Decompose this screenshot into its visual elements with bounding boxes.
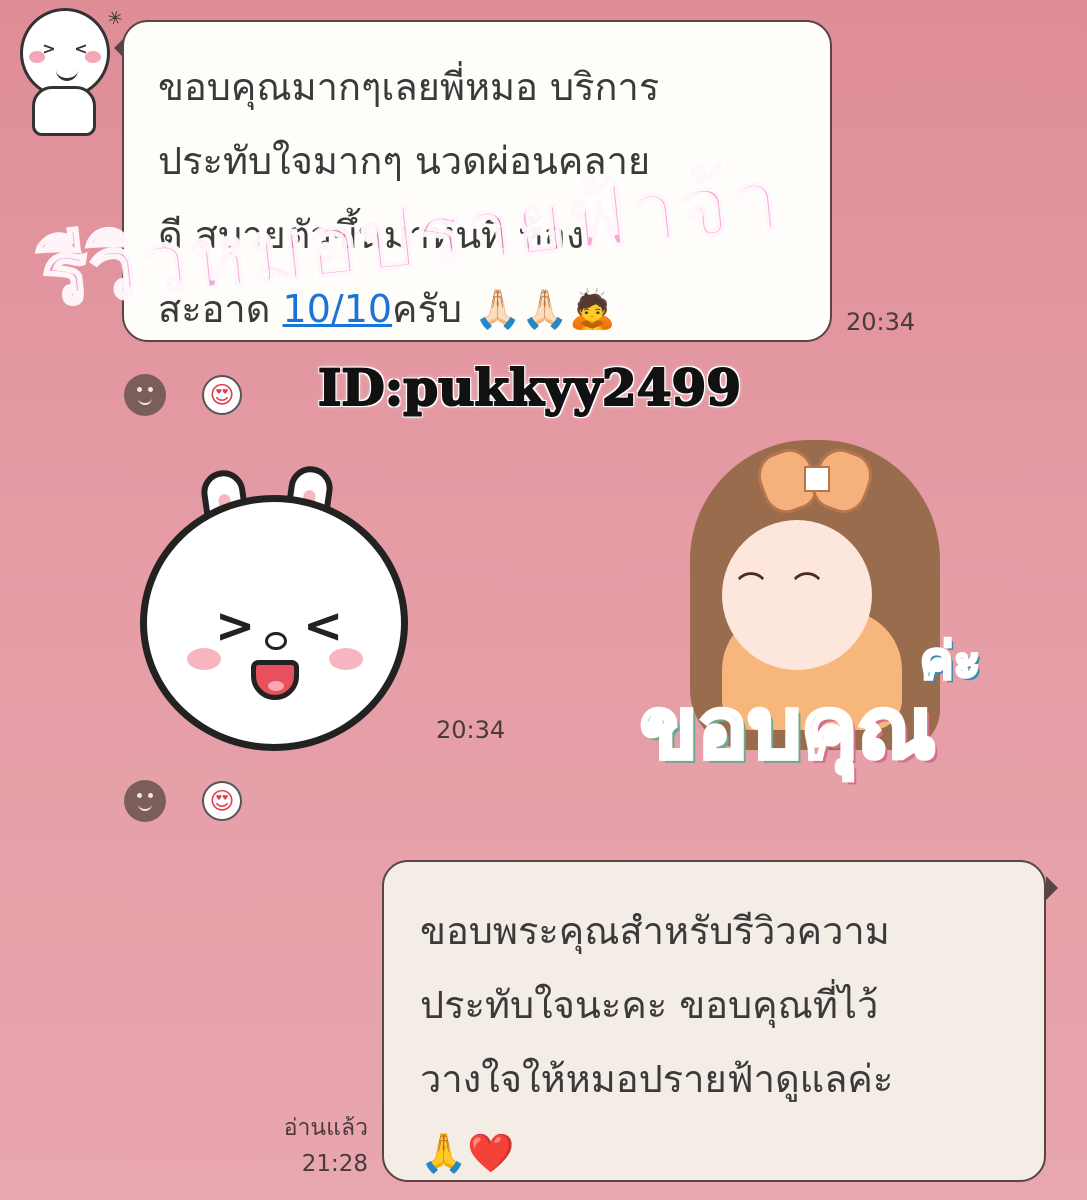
avatar-cheek [85,51,101,63]
message-line: 🙏❤️ [420,1131,515,1175]
girl-eyes: ⌒⌒ [738,572,851,602]
bubble-tail [1046,876,1058,900]
smile-reaction-icon[interactable] [124,780,166,822]
sticker-thankyou-text: ขอบคุณ [638,660,937,794]
message-timestamp: 21:28 [301,1151,368,1177]
read-label: อ่านแล้ว [283,1115,368,1141]
sticker-text-part: คุณ [799,677,937,779]
bow-icon [751,442,879,520]
bunny-cheek [329,648,363,670]
bunny-eye-icon: > [215,598,256,654]
sparkle-icon: ✳ [103,5,128,32]
message-timestamp: 20:34 [846,308,916,336]
bunny-mouth [251,660,299,700]
avatar-mouth [56,67,78,81]
bunny-eye-icon: < [303,598,344,654]
sticker-small-text: ค่ะ [918,631,981,692]
sticker-text-part: ขอบ [638,677,803,779]
bunny-cheek [187,648,221,670]
message-line: วางใจให้หมอปรายฟ้าดูแลค่ะ [420,1057,894,1101]
account-id-label: ID:pukkyy2499 [317,357,742,418]
sender-avatar-sticker[interactable]: > < [20,8,110,98]
heart-eyes-reaction-icon[interactable]: 😍 [202,781,242,821]
avatar-body [32,86,96,136]
bunny-nose [265,632,287,650]
avatar-cheek [29,51,45,63]
message-line: ประทับใจนะคะ ขอบคุณที่ไว้ [420,983,879,1027]
read-receipt: อ่านแล้ว 21:28 [262,1110,368,1182]
outgoing-message-bubble[interactable]: ขอบพระคุณสำหรับรีวิวความ ประทับใจนะคะ ขอ… [382,860,1046,1182]
smile-reaction-icon[interactable] [124,374,166,416]
heart-eyes-reaction-icon[interactable]: 😍 [202,375,242,415]
message-timestamp: 20:34 [436,716,506,744]
message-line: ขอบพระคุณสำหรับรีวิวความ [420,909,890,953]
message-line: ขอบคุณมากๆเลยพี่หมอ บริการ [158,65,660,109]
bunny-sticker[interactable]: > < [140,495,408,751]
